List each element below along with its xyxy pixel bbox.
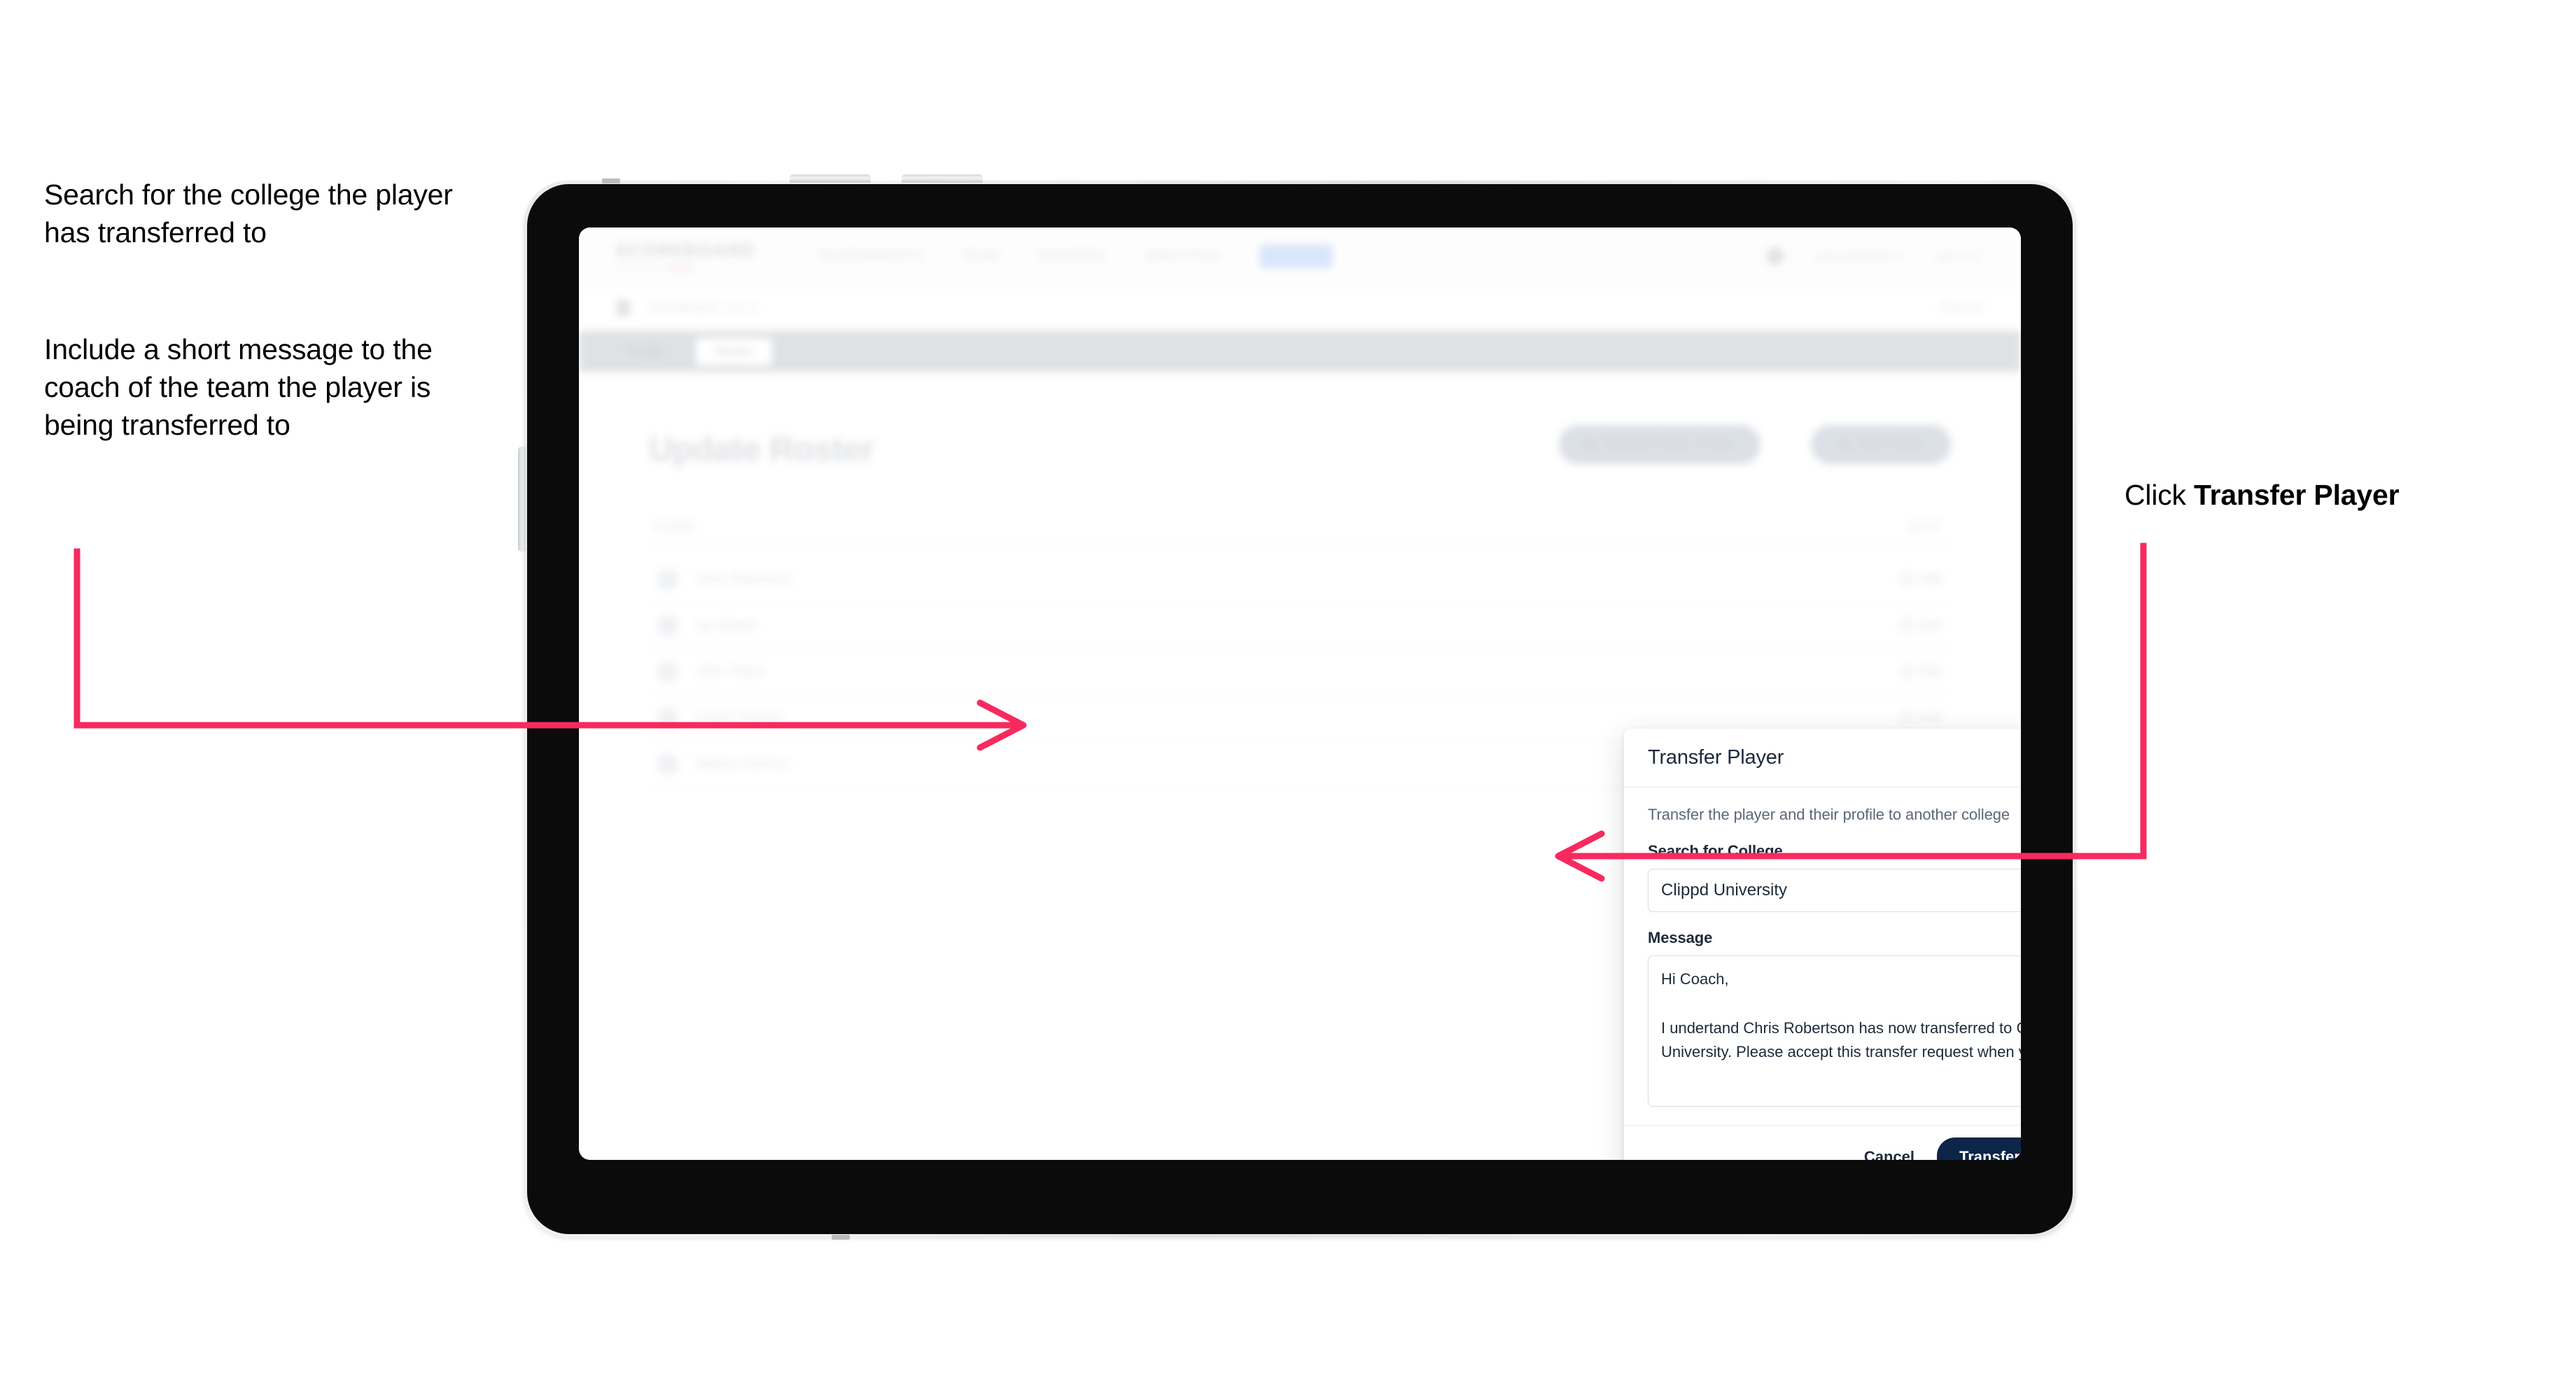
search-college-value: Clippd University bbox=[1661, 881, 1788, 899]
dialog-footer: Cancel Transfer Player bbox=[1624, 1125, 2021, 1160]
antenna-line-top bbox=[602, 178, 620, 183]
dialog-title: Transfer Player bbox=[1648, 746, 1784, 769]
volume-up-button[interactable] bbox=[790, 174, 871, 183]
annotation-click-prefix: Click bbox=[2124, 479, 2194, 511]
tablet-bezel: SCOREBOARD powered by clippd TOURNAMENTS… bbox=[527, 184, 2073, 1234]
dialog-header: Transfer Player bbox=[1624, 729, 2021, 788]
volume-down-button[interactable] bbox=[902, 174, 983, 183]
message-label: Message bbox=[1648, 929, 1713, 946]
tablet-screen: SCOREBOARD powered by clippd TOURNAMENTS… bbox=[579, 227, 2021, 1160]
cancel-button[interactable]: Cancel bbox=[1860, 1141, 1919, 1161]
search-college-input[interactable]: Clippd University bbox=[1648, 869, 2021, 912]
dialog-subtitle: Transfer the player and their profile to… bbox=[1648, 806, 2010, 823]
transfer-player-button[interactable]: Transfer Player bbox=[1937, 1137, 2021, 1160]
screenshot-canvas: Search for the college the player has tr… bbox=[0, 0, 2576, 1386]
antenna-line-bottom bbox=[832, 1235, 850, 1240]
power-button[interactable] bbox=[518, 447, 526, 552]
annotation-click-bold: Transfer Player bbox=[2194, 479, 2400, 511]
annotation-click-transfer: Click Transfer Player bbox=[2124, 476, 2544, 514]
message-input[interactable]: Hi Coach, I undertand Chris Robertson ha… bbox=[1648, 955, 2021, 1107]
dialog-body: Transfer the player and their profile to… bbox=[1624, 788, 2021, 1125]
annotation-search-college: Search for the college the player has tr… bbox=[44, 178, 453, 249]
annotation-include-message: Include a short message to the coach of … bbox=[44, 333, 433, 442]
tablet-device-frame: SCOREBOARD powered by clippd TOURNAMENTS… bbox=[518, 174, 2076, 1240]
search-college-label: Search for College bbox=[1648, 842, 1783, 860]
transfer-player-dialog: Transfer Player Transfer the player and … bbox=[1624, 729, 2021, 1160]
